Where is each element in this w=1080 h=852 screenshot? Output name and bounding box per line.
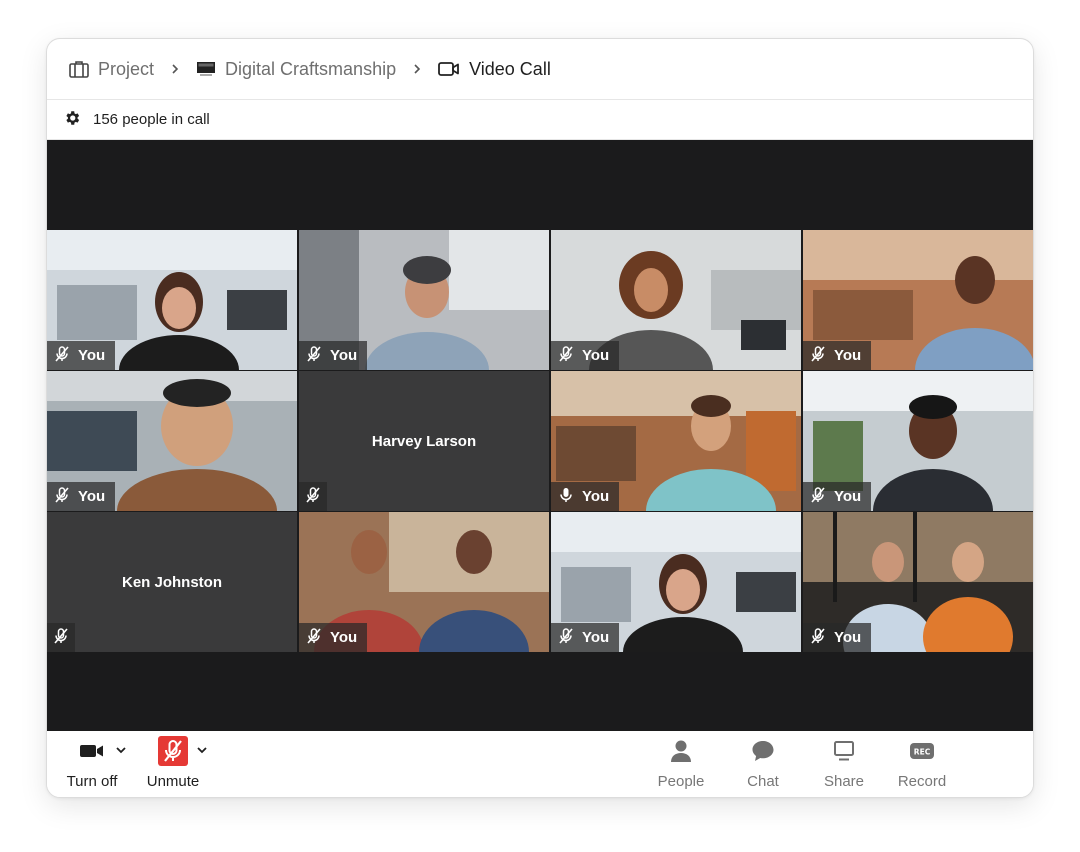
mic-muted-icon bbox=[157, 731, 189, 771]
share-label: Share bbox=[823, 773, 865, 790]
breadcrumb-digital-craftsmanship[interactable]: Digital Craftsmanship bbox=[196, 59, 396, 80]
mic-options-chevron-icon[interactable] bbox=[196, 741, 208, 759]
camera-toggle-button[interactable]: Turn off bbox=[64, 731, 120, 790]
breadcrumb-label: Video Call bbox=[469, 58, 551, 79]
camera-options-chevron-icon[interactable] bbox=[115, 741, 127, 759]
video-tile[interactable]: Harvey Larson bbox=[299, 371, 549, 511]
participant-tag: You bbox=[47, 482, 116, 511]
participant-tag bbox=[299, 482, 327, 511]
mic-muted-icon bbox=[306, 486, 320, 507]
participant-tag: You bbox=[299, 623, 368, 652]
record-label: Record bbox=[897, 773, 947, 790]
monitor-icon bbox=[196, 60, 216, 78]
video-tile[interactable]: You bbox=[803, 230, 1033, 370]
participant-label: You bbox=[78, 488, 106, 505]
breadcrumb: Project Digital Craftsmanship Video Call bbox=[47, 39, 1033, 100]
participant-tag: You bbox=[803, 623, 872, 652]
breadcrumb-video-call[interactable]: Video Call bbox=[438, 59, 551, 80]
participant-tag: You bbox=[551, 341, 620, 370]
video-tile[interactable]: You bbox=[299, 512, 549, 652]
participant-name: Harvey Larson bbox=[371, 432, 477, 450]
record-icon: REC bbox=[909, 731, 935, 771]
video-call-window: Project Digital Craftsmanship Video Call… bbox=[46, 38, 1034, 798]
video-camera-icon bbox=[438, 61, 460, 77]
participant-label: You bbox=[834, 629, 862, 646]
breadcrumb-project[interactable]: Project bbox=[69, 59, 154, 80]
chevron-right-icon bbox=[170, 63, 180, 75]
unmute-label: Unmute bbox=[146, 773, 200, 790]
participant-label: You bbox=[78, 347, 106, 364]
mic-muted-icon bbox=[307, 627, 321, 648]
mic-icon bbox=[559, 487, 573, 507]
participant-tag: You bbox=[551, 623, 620, 652]
chevron-right-icon bbox=[412, 63, 422, 75]
video-tile[interactable]: You bbox=[47, 230, 297, 370]
participant-tag: You bbox=[803, 482, 872, 511]
video-stage: You You You You You Harvey Larson You Yo… bbox=[47, 140, 1033, 731]
mic-muted-icon bbox=[811, 627, 825, 648]
mic-muted-icon bbox=[559, 627, 573, 648]
video-tile[interactable]: You bbox=[47, 371, 297, 511]
mic-muted-icon bbox=[307, 345, 321, 366]
participant-tag: You bbox=[47, 341, 116, 370]
mic-muted-icon bbox=[559, 345, 573, 366]
chat-button[interactable]: Chat bbox=[741, 731, 785, 790]
mic-muted-icon bbox=[811, 486, 825, 507]
share-button[interactable]: Share bbox=[820, 731, 868, 790]
call-toolbar: Turn off Unmute People Chat Share REC Re… bbox=[47, 731, 1033, 797]
video-tile[interactable]: You bbox=[551, 512, 801, 652]
mic-muted-icon bbox=[55, 345, 69, 366]
mic-muted-icon bbox=[55, 486, 69, 507]
video-tile[interactable]: You bbox=[551, 230, 801, 370]
person-icon bbox=[670, 731, 692, 771]
participant-tag: You bbox=[551, 482, 620, 511]
participant-label: You bbox=[834, 488, 862, 505]
chat-label: Chat bbox=[747, 773, 779, 790]
participant-label: You bbox=[330, 347, 358, 364]
participant-tag: You bbox=[299, 341, 368, 370]
video-tile[interactable]: You bbox=[803, 512, 1033, 652]
participant-count: 156 people in call bbox=[93, 111, 210, 128]
video-camera-icon bbox=[79, 731, 105, 771]
chat-bubble-icon bbox=[751, 731, 775, 771]
participant-label: You bbox=[582, 347, 610, 364]
people-button[interactable]: People bbox=[653, 731, 709, 790]
record-button[interactable]: REC Record bbox=[894, 731, 950, 790]
mic-muted-icon bbox=[54, 627, 68, 648]
video-grid: You You You You You Harvey Larson You Yo… bbox=[47, 230, 1033, 652]
video-tile[interactable]: You bbox=[803, 371, 1033, 511]
participant-name: Ken Johnston bbox=[122, 573, 222, 591]
video-tile-active-speaker[interactable]: You bbox=[551, 371, 801, 511]
people-label: People bbox=[657, 773, 705, 790]
participant-tag bbox=[47, 623, 75, 652]
unmute-button[interactable]: Unmute bbox=[144, 731, 202, 790]
record-icon-text: REC bbox=[914, 748, 931, 757]
video-tile[interactable]: Ken Johnston bbox=[47, 512, 297, 652]
screen-share-icon bbox=[833, 731, 855, 771]
camera-label: Turn off bbox=[66, 773, 118, 790]
briefcase-icon bbox=[69, 60, 89, 78]
breadcrumb-label: Digital Craftsmanship bbox=[225, 58, 397, 79]
participant-label: You bbox=[582, 488, 610, 505]
gear-icon[interactable] bbox=[63, 109, 81, 131]
participant-tag: You bbox=[803, 341, 872, 370]
breadcrumb-label: Project bbox=[98, 58, 155, 79]
call-status-bar: 156 people in call bbox=[47, 100, 1033, 140]
video-tile[interactable]: You bbox=[299, 230, 549, 370]
participant-label: You bbox=[834, 347, 862, 364]
participant-label: You bbox=[330, 629, 358, 646]
participant-label: You bbox=[582, 629, 610, 646]
mic-muted-icon bbox=[811, 345, 825, 366]
